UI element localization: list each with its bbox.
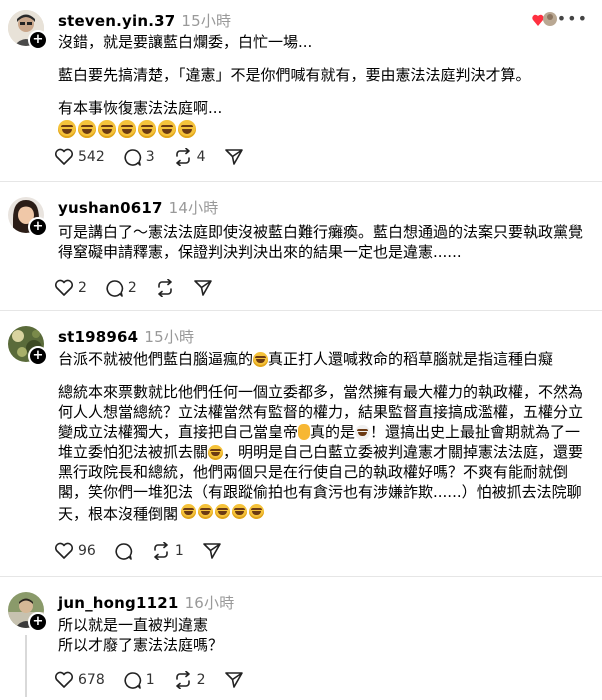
timestamp: 14小時 (168, 199, 219, 217)
post-text-paragraph: 可是講白了～憲法法庭即使沒被藍白難行癱瘓。藍白想通過的法案只要執政黨覺得窒礙申請… (58, 223, 584, 261)
heart-icon (54, 279, 74, 296)
like-button[interactable]: 678 (54, 671, 105, 689)
heart-icon (54, 671, 74, 688)
grin-emoji-icon (198, 504, 214, 519)
grin-emoji-icon (249, 504, 265, 519)
action-bar: 678 1 2 (54, 669, 262, 691)
grin-emoji-icon (232, 504, 248, 519)
like-button[interactable]: 96 (54, 542, 96, 560)
timestamp: 16小時 (184, 594, 235, 612)
rofl-emoji-icon (253, 352, 269, 367)
post-yushan: + yushan0617 14小時 可是講白了～憲法法庭即使沒被藍白難行癱瘓。藍白… (0, 182, 602, 302)
post-text-paragraph: 總統本來票數就比他們任何一個立委都多，當然擁有最大權力的執政權，不然為何人人想當… (58, 382, 590, 524)
post-text-paragraph: 有本事恢復憲法法庭啊... (58, 99, 223, 117)
rofl-emoji-icon (78, 120, 96, 138)
rofl-emoji-icon (98, 120, 116, 138)
username[interactable]: st198964 15小時 (58, 326, 194, 347)
rofl-emoji-icon (138, 120, 156, 138)
repost-icon (158, 279, 172, 297)
repost-button[interactable]: 1 (151, 542, 184, 560)
rofl-emoji-icon (355, 425, 371, 440)
like-button[interactable]: 2 (54, 279, 87, 297)
repost-count: 2 (196, 672, 206, 688)
comment-icon (124, 148, 141, 166)
repost-button[interactable]: 4 (173, 148, 206, 166)
like-button[interactable]: 542 (54, 148, 105, 166)
comment-count: 3 (145, 149, 155, 165)
comment-icon (106, 279, 124, 297)
heart-badge-icon (532, 12, 557, 26)
action-bar: 542 3 4 (54, 146, 262, 168)
more-options-icon[interactable]: ••• (557, 9, 588, 28)
action-bar: 2 2 (54, 277, 231, 299)
post-text-line: 沒錯，就是要讓藍白爛委，白忙一場... (58, 33, 313, 51)
post-jun-hong: + jun_hong1121 16小時 所以就是一直被判違憲 所以才廢了憲法法庭嗎… (0, 577, 602, 700)
comment-icon (124, 671, 141, 689)
like-count: 96 (78, 543, 96, 559)
sweat-emoji-icon (208, 445, 224, 460)
post-text-line: 所以就是一直被判違憲 (58, 616, 209, 634)
share-button[interactable] (224, 148, 244, 166)
timestamp: 15小時 (181, 12, 232, 30)
repost-button[interactable]: 2 (173, 671, 206, 689)
like-count: 678 (78, 672, 105, 688)
heart-icon (54, 542, 74, 559)
like-count: 2 (78, 280, 87, 296)
follow-plus-icon[interactable]: + (28, 346, 48, 366)
rofl-emoji-icon (58, 120, 76, 138)
emoji-row (58, 120, 590, 138)
post-st198964: + st198964 15小時 台派不就被他們藍白腦逼瘋的 真正打人還喊救命的稻草腦… (0, 311, 602, 571)
post-text-segment: 真正打人還喊救命的稻草腦就是指這種白癡 (268, 350, 554, 368)
repost-count: 4 (196, 149, 206, 165)
thread-line (25, 635, 27, 697)
username[interactable]: steven.yin.37 15小時 (58, 10, 231, 31)
timestamp: 15小時 (144, 328, 195, 346)
post-text-segment: 真的是 (310, 423, 356, 441)
send-icon (224, 149, 243, 165)
post-text-paragraph: 藍白要先搞清楚，「違憲」不是你們喊有就有，要由憲法法庭判決才算。 (58, 66, 531, 84)
repost-icon (175, 671, 190, 689)
follow-plus-icon[interactable]: + (28, 217, 48, 237)
grin-emoji-icon (181, 504, 197, 519)
username[interactable]: jun_hong1121 16小時 (58, 592, 234, 613)
comment-count: 2 (127, 280, 137, 296)
send-icon (194, 280, 212, 296)
comment-icon (115, 542, 132, 560)
action-bar: 96 1 (54, 540, 240, 562)
share-button[interactable] (193, 279, 213, 297)
post-body: 所以就是一直被判違憲 所以才廢了憲法法庭嗎？ (58, 615, 590, 655)
comment-button[interactable] (114, 542, 133, 561)
post-body: 可是講白了～憲法法庭即使沒被藍白難行癱瘓。藍白想通過的法案只要執政黨覺得窒礙申請… (58, 222, 590, 262)
repost-icon (175, 148, 190, 166)
post-text-line: 台派不就被他們藍白腦逼瘋的 真正打人還喊救命的稻草腦就是指這種白癡 (58, 349, 590, 369)
follow-plus-icon[interactable]: + (28, 612, 48, 632)
repost-icon (154, 542, 168, 560)
thumbs-up-emoji-icon (298, 424, 311, 440)
comment-count: 1 (145, 672, 155, 688)
repost-button[interactable] (155, 279, 175, 297)
post-text-segment: 台派不就被他們藍白腦逼瘋的 (58, 350, 254, 368)
comment-button[interactable]: 1 (123, 671, 155, 690)
post-text-line: 所以才廢了憲法法庭嗎？ (58, 636, 224, 654)
emoji-row (181, 504, 265, 519)
rofl-emoji-icon (118, 120, 136, 138)
heart-icon (54, 148, 74, 165)
rofl-emoji-icon (178, 120, 196, 138)
comment-button[interactable]: 3 (123, 148, 155, 167)
grin-emoji-icon (215, 504, 231, 519)
follow-plus-icon[interactable]: + (28, 30, 48, 50)
rofl-emoji-icon (158, 120, 176, 138)
share-button[interactable] (202, 542, 222, 560)
send-icon (202, 543, 221, 559)
post-steven: + steven.yin.37 15小時 ••• 沒錯，就是要讓藍白爛委，白忙一場… (0, 0, 602, 180)
comment-button[interactable]: 2 (105, 279, 137, 298)
liker-avatars (532, 10, 558, 30)
post-body: 台派不就被他們藍白腦逼瘋的 真正打人還喊救命的稻草腦就是指這種白癡 總統本來票數就… (58, 349, 590, 524)
username[interactable]: yushan0617 14小時 (58, 197, 219, 218)
share-button[interactable] (224, 671, 244, 689)
post-body: 沒錯，就是要讓藍白爛委，白忙一場... 藍白要先搞清楚，「違憲」不是你們喊有就有… (58, 32, 590, 138)
like-count: 542 (78, 149, 105, 165)
send-icon (224, 672, 243, 688)
repost-count: 1 (174, 543, 184, 559)
